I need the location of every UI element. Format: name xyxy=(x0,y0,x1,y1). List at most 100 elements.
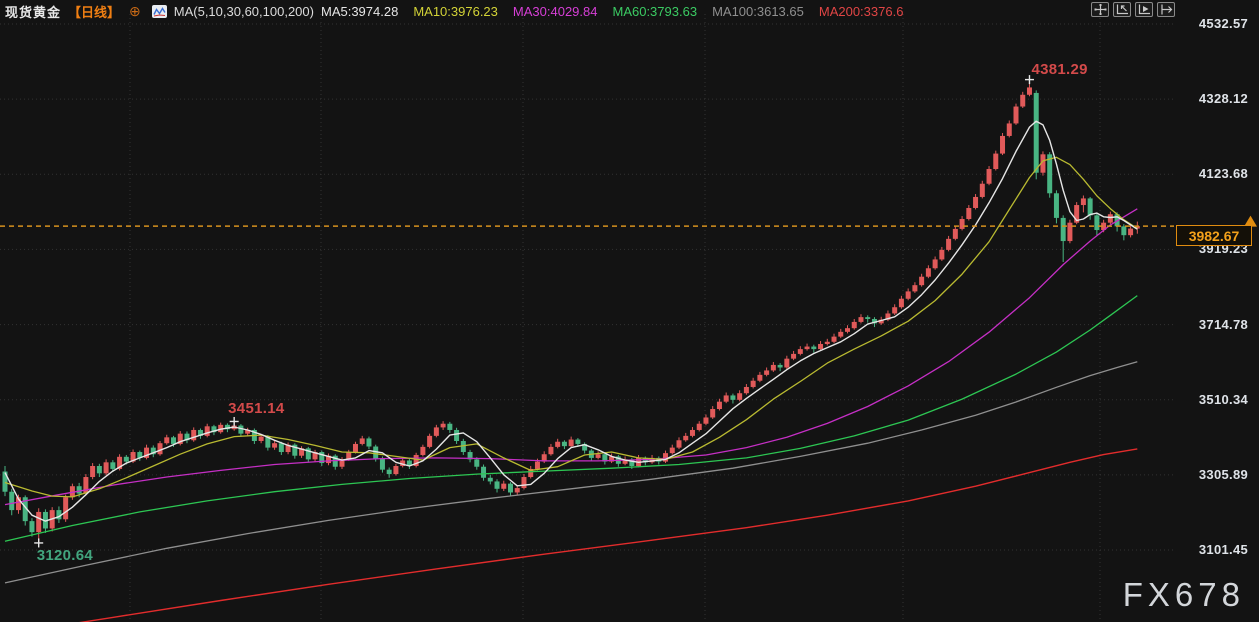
candle-body xyxy=(124,457,129,462)
candle-body xyxy=(778,365,783,368)
candle-body xyxy=(973,197,978,208)
candle-body xyxy=(926,268,931,276)
candle-body xyxy=(393,466,398,474)
y-axis-label: 3305.89 xyxy=(1199,467,1248,482)
candle-body xyxy=(987,169,992,184)
candle-body xyxy=(562,442,567,446)
candle-body xyxy=(858,317,863,322)
indicator-chart-icon[interactable] xyxy=(152,5,167,18)
candle-body xyxy=(515,488,520,492)
candle-body xyxy=(272,443,277,447)
candle-body xyxy=(90,466,95,477)
candle-body xyxy=(171,437,176,444)
legend-ma100: MA100:3613.65 xyxy=(712,4,804,19)
candle-body xyxy=(697,424,702,430)
candle-body xyxy=(420,447,425,455)
ma-legend: MA5:3974.28MA10:3976.23MA30:4029.84MA60:… xyxy=(321,4,903,19)
candle-body xyxy=(1094,215,1099,230)
candle-body xyxy=(501,484,506,489)
candle-body xyxy=(427,436,432,447)
candle-body xyxy=(1007,123,1012,135)
candle-body xyxy=(865,317,870,319)
symbol-name: 现货黄金 xyxy=(5,2,61,21)
candle-body xyxy=(1054,193,1059,218)
candle-body xyxy=(380,459,385,470)
candle-body xyxy=(953,229,958,239)
candle-body xyxy=(939,250,944,260)
candle-body xyxy=(811,347,816,350)
candle-body xyxy=(919,277,924,285)
candle-body xyxy=(158,443,163,454)
candle-body xyxy=(353,444,358,452)
zoom-reset-icon[interactable] xyxy=(1113,2,1131,17)
candle-body xyxy=(104,462,109,473)
candle-body xyxy=(454,430,459,441)
y-axis-label: 4328.12 xyxy=(1199,91,1248,106)
period-label[interactable]: 【日线】 xyxy=(68,2,120,21)
candle-body xyxy=(569,440,574,447)
candle-body xyxy=(1088,198,1093,215)
candle-body xyxy=(191,430,196,440)
candle-body xyxy=(906,291,911,298)
candle-body xyxy=(710,409,715,417)
candle-body xyxy=(683,436,688,440)
legend-ma200: MA200:3376.6 xyxy=(819,4,904,19)
ma-group-label: MA(5,10,30,60,100,200) xyxy=(174,4,314,19)
chart-header: 现货黄金 【日线】 ⊕ MA(5,10,30,60,100,200) MA5:3… xyxy=(0,0,1259,22)
move-crosshair-icon[interactable] xyxy=(1091,2,1109,17)
candle-body xyxy=(717,402,722,409)
candle-body xyxy=(535,462,540,469)
candle-body xyxy=(791,354,796,359)
candle-body xyxy=(825,342,830,344)
pan-right-icon[interactable] xyxy=(1157,2,1175,17)
candle-body xyxy=(575,440,580,444)
extreme-price-label: 3451.14 xyxy=(228,400,284,417)
candle-body xyxy=(966,208,971,219)
candle-body xyxy=(933,259,938,268)
candle-body xyxy=(387,470,392,474)
candle-body xyxy=(818,344,823,349)
candle-body xyxy=(1020,95,1025,107)
candle-body xyxy=(1081,198,1086,205)
extreme-price-label: 3120.64 xyxy=(37,547,93,564)
candle-body xyxy=(205,426,210,436)
candle-body xyxy=(838,332,843,337)
candle-body xyxy=(724,395,729,401)
candle-body xyxy=(798,349,803,354)
add-indicator-icon[interactable]: ⊕ xyxy=(129,4,141,18)
watermark-logo: FX678 xyxy=(1123,576,1245,614)
candle-body xyxy=(495,481,500,488)
legend-ma10: MA10:3976.23 xyxy=(413,4,498,19)
candle-body xyxy=(663,453,668,461)
candlestick-chart[interactable] xyxy=(0,0,1259,622)
candle-body xyxy=(441,424,446,428)
candle-body xyxy=(899,299,904,307)
candle-body xyxy=(1014,107,1019,124)
candle-body xyxy=(29,521,34,532)
candle-body xyxy=(1000,136,1005,154)
candle-body xyxy=(434,427,439,435)
candle-body xyxy=(1128,229,1133,236)
candle-body xyxy=(521,477,526,488)
play-to-end-icon[interactable] xyxy=(1135,2,1153,17)
candle-body xyxy=(259,437,264,441)
candle-body xyxy=(744,387,749,393)
candle-body xyxy=(730,395,735,399)
ma-line-ma200 xyxy=(5,449,1137,622)
candle-body xyxy=(63,497,68,519)
candle-body xyxy=(832,337,837,342)
candle-body xyxy=(852,322,857,328)
candle-body xyxy=(548,447,553,454)
candle-body xyxy=(1121,226,1126,235)
legend-ma60: MA60:3793.63 xyxy=(612,4,697,19)
ma-line-ma60 xyxy=(5,296,1137,542)
candle-body xyxy=(892,307,897,313)
candle-body xyxy=(366,438,371,446)
y-axis-label: 3714.78 xyxy=(1199,317,1248,332)
candle-body xyxy=(764,370,769,374)
candle-body xyxy=(110,462,115,469)
ma-line-ma100 xyxy=(5,362,1137,583)
extreme-price-label: 4381.29 xyxy=(1031,61,1087,78)
candle-body xyxy=(279,443,284,452)
candle-body xyxy=(670,448,675,454)
